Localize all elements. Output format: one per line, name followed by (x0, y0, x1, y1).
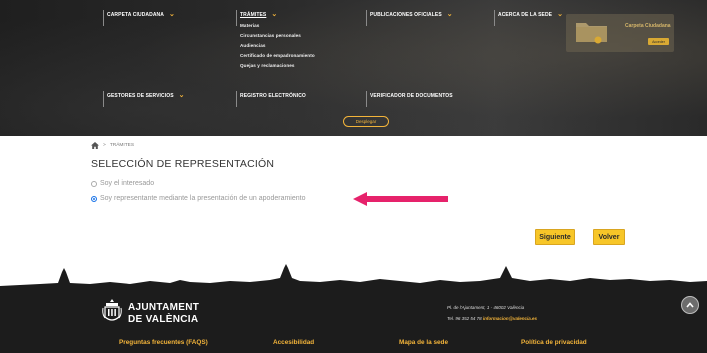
option-interesado[interactable]: Soy el interesado (91, 180, 154, 187)
breadcrumb: > TRÁMITES (91, 142, 134, 149)
nav-acerca[interactable]: ACERCA DE LA SEDE ⌄ (494, 10, 563, 26)
footer-link-accesibilidad[interactable]: Accesibilidad (273, 339, 314, 346)
nav-acerca-label[interactable]: ACERCA DE LA SEDE (498, 12, 552, 18)
scroll-to-top-button[interactable] (681, 296, 699, 314)
desplegar-button[interactable]: Desplegar (343, 116, 389, 127)
nav-separator (366, 91, 367, 107)
radio-representante[interactable] (91, 195, 97, 202)
city-skyline (0, 264, 707, 292)
tramites-submenu: Materias Circunstancias personales Audie… (240, 21, 315, 71)
option-interesado-label[interactable]: Soy el interesado (100, 180, 154, 187)
footer-phone: Tel. 96 352 54 78 (447, 316, 482, 321)
chevron-down-icon[interactable]: ⌄ (179, 92, 185, 99)
chevron-down-icon[interactable]: ⌄ (447, 11, 453, 18)
footer-address: Pl. de l'Ajuntament, 1 - 46002 València (447, 305, 525, 310)
nav-separator (236, 91, 237, 107)
radio-interesado[interactable] (91, 180, 97, 187)
carpeta-card-title: Carpeta Ciudadana (625, 23, 671, 29)
submenu-item-audiencias[interactable]: Audiencias (240, 41, 315, 51)
nav-registro[interactable]: REGISTRO ELECTRÓNICO (236, 91, 306, 107)
option-representante[interactable]: Soy representante mediante la presentaci… (91, 195, 305, 202)
nav-carpeta[interactable]: CARPETA CIUDADANA ⌄ (103, 10, 175, 26)
nav-gestores-label[interactable]: GESTORES DE SERVICIOS (107, 93, 174, 99)
nav-carpeta-label[interactable]: CARPETA CIUDADANA (107, 12, 164, 18)
chevron-down-icon[interactable]: ⌄ (271, 11, 277, 18)
footer-link-mapa[interactable]: Mapa de la sede (399, 339, 448, 346)
chevron-down-icon[interactable]: ⌄ (169, 11, 175, 18)
submenu-item-circunstancias[interactable]: Circunstancias personales (240, 31, 315, 41)
nav-verificador[interactable]: VERIFICADOR DE DOCUMENTOS (366, 91, 453, 107)
chevron-down-icon[interactable]: ⌄ (557, 11, 563, 18)
footer-email[interactable]: informacion@valencia.es (483, 316, 537, 321)
top-navigation: CARPETA CIUDADANA ⌄ TRÁMITES ⌄ Materias Ci… (0, 0, 707, 136)
logo-text-line1: AJUNTAMENT (128, 302, 200, 313)
ajuntament-logo-icon (102, 299, 122, 321)
breadcrumb-current: TRÁMITES (109, 143, 135, 148)
logo-text-line2: DE VALÈNCIA (128, 314, 199, 325)
nav-tramites[interactable]: TRÁMITES ⌄ Materias Circunstancias person… (236, 10, 315, 71)
siguiente-button[interactable]: Siguiente (535, 229, 575, 245)
volver-button[interactable]: Volver (593, 229, 625, 245)
footer-link-faqs[interactable]: Preguntas frecuentes (FAQS) (119, 339, 208, 346)
carpeta-access-button[interactable]: Acceder (648, 38, 669, 45)
nav-publicaciones[interactable]: PUBLICACIONES OFICIALES ⌄ (366, 10, 453, 26)
option-representante-label[interactable]: Soy representante mediante la presentaci… (100, 195, 305, 202)
folder-icon (576, 23, 607, 44)
page-title: SELECCIÓN DE REPRESENTACIÓN (91, 158, 275, 170)
submenu-item-certificado[interactable]: Certificado de empadronamiento (240, 51, 315, 61)
nav-registro-label[interactable]: REGISTRO ELECTRÓNICO (240, 93, 306, 99)
footer-link-privacidad[interactable]: Política de privacidad (521, 339, 587, 346)
nav-separator (103, 10, 104, 26)
submenu-item-quejas[interactable]: Quejas y reclamaciones (240, 61, 315, 71)
nav-separator (236, 10, 237, 26)
nav-separator (103, 91, 104, 107)
nav-gestores[interactable]: GESTORES DE SERVICIOS ⌄ (103, 91, 185, 107)
nav-separator (494, 10, 495, 26)
nav-publicaciones-label[interactable]: PUBLICACIONES OFICIALES (370, 12, 442, 18)
footer-contact: Tel. 96 352 54 78 informacion@valencia.e… (447, 316, 537, 321)
pointer-arrow-icon (353, 192, 448, 206)
nav-separator (366, 10, 367, 26)
home-icon[interactable] (91, 142, 99, 149)
chevron-up-icon (686, 302, 694, 308)
nav-tramites-label[interactable]: TRÁMITES (240, 12, 266, 18)
submenu-item-materias[interactable]: Materias (240, 21, 315, 31)
breadcrumb-separator: > (103, 143, 106, 148)
nav-verificador-label[interactable]: VERIFICADOR DE DOCUMENTOS (370, 93, 453, 99)
